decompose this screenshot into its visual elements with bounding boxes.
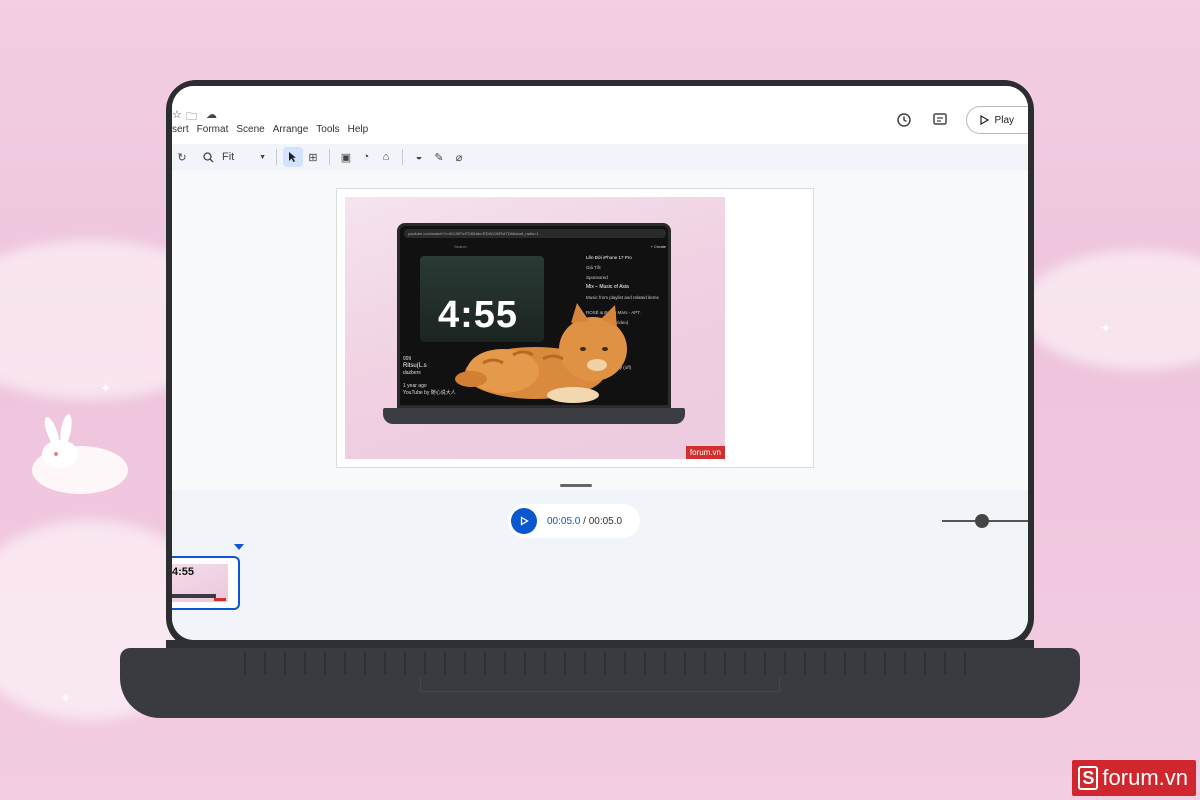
- mini-url-bar: youtube.com/watch?v=WJJ6Ffcf7D8&list=RDW…: [404, 229, 666, 238]
- cloud-icon: ☁: [206, 109, 217, 121]
- slide-watermark: forum.vn: [685, 446, 725, 459]
- mini-meta: 1 year ago: [403, 383, 427, 389]
- resize-handle[interactable]: [560, 484, 592, 487]
- thumbnail-laptop-base: [172, 594, 216, 598]
- paint-format-icon[interactable]: ⌂: [376, 147, 396, 167]
- app-window: ☆ 🗀 ☁ sert Format Scene Arrange Tools He…: [172, 86, 1028, 640]
- zoom-select[interactable]: Fit ▼: [218, 147, 270, 167]
- timeline-zoom-knob[interactable]: [975, 514, 989, 528]
- menu-scene[interactable]: Scene: [236, 124, 264, 135]
- mini-meta2: YouTube by 随心说大人: [403, 390, 456, 396]
- trackpad: [420, 676, 780, 692]
- mini-yt-header: Search + Create: [404, 242, 666, 252]
- add-textbox-icon[interactable]: ⊞: [303, 147, 323, 167]
- cat-image: [455, 303, 627, 403]
- playhead-marker[interactable]: [234, 544, 244, 550]
- select-tool-button[interactable]: [283, 147, 303, 167]
- comment-icon[interactable]: [930, 110, 950, 130]
- toolbar: ↻ Fit ▼ ⊞ ▣ ◔ ⌂ ◒ ✎ ⌀: [172, 144, 1028, 170]
- mini-laptop-base: [383, 408, 685, 424]
- menu-insert[interactable]: sert: [172, 124, 189, 135]
- effects-icon[interactable]: ⌀: [449, 147, 469, 167]
- playback-controls: 00:05.0 / 00:05.0: [508, 504, 640, 538]
- slide-canvas[interactable]: youtube.com/watch?v=WJJ6Ffcf7D8&list=RDW…: [336, 188, 814, 468]
- sparkle-icon: ✦: [60, 690, 72, 706]
- sparkle-icon: ✦: [1100, 320, 1112, 336]
- scene-thumbnail[interactable]: 4:55: [172, 556, 240, 610]
- mini-channel: dazbers: [403, 370, 421, 376]
- canvas-area: youtube.com/watch?v=WJJ6Ffcf7D8&list=RDW…: [172, 170, 1028, 490]
- border-color-icon[interactable]: ✎: [429, 147, 449, 167]
- play-button[interactable]: Play: [965, 106, 1028, 134]
- mini-video-title: Ritsu(L.s: [403, 363, 427, 369]
- menu-format[interactable]: Format: [197, 124, 229, 135]
- menu-arrange[interactable]: Arrange: [273, 124, 309, 135]
- menu-tools[interactable]: Tools: [316, 124, 339, 135]
- menu-help[interactable]: Help: [348, 124, 369, 135]
- fill-color-icon[interactable]: ◒: [409, 147, 429, 167]
- time-separator: /: [580, 515, 589, 527]
- zoom-value: Fit: [222, 151, 235, 163]
- mini-channel-num: 999: [403, 356, 412, 362]
- mini-ad-tag: Sponsored: [586, 275, 608, 280]
- bunny-illustration: [32, 414, 128, 494]
- play-icon: [520, 516, 529, 526]
- current-time: 00:05.0: [547, 515, 581, 527]
- zoom-icon[interactable]: [198, 147, 218, 167]
- playback-time: 00:05.0 / 00:05.0: [547, 516, 622, 527]
- toolbar-divider: [276, 149, 277, 165]
- star-icon[interactable]: ☆: [172, 108, 182, 121]
- thumbnail-watermark: [214, 598, 226, 601]
- play-icon: [979, 115, 989, 125]
- play-pause-button[interactable]: [511, 508, 537, 534]
- play-label: Play: [994, 114, 1014, 126]
- cursor-icon: [289, 152, 296, 162]
- header-actions: Play: [894, 106, 1028, 134]
- total-time: 00:05.0: [588, 515, 623, 527]
- chevron-down-icon: ▼: [259, 153, 266, 161]
- mini-ad-sub: Giá Tốt: [586, 265, 601, 270]
- toolbar-divider: [329, 149, 330, 165]
- mini-search: Search: [454, 244, 467, 249]
- mini-ad-title: Lên Đời iPhone 17 Pro: [586, 255, 632, 260]
- brand-logo-icon: S: [1078, 766, 1099, 790]
- palette-icon[interactable]: ◔: [356, 147, 376, 167]
- toolbar-divider: [402, 149, 403, 165]
- background-cloud: [1020, 250, 1200, 370]
- thumbnail-clock: 4:55: [172, 566, 195, 578]
- brand-text: forum.vn: [1102, 765, 1188, 790]
- history-icon[interactable]: [894, 110, 914, 130]
- app-header: ☆ 🗀 ☁ sert Format Scene Arrange Tools He…: [172, 86, 1028, 142]
- brand-watermark: S forum.vn: [1072, 760, 1196, 796]
- menu-bar: sert Format Scene Arrange Tools Help: [172, 124, 376, 135]
- redo-icon[interactable]: ↻: [172, 147, 192, 167]
- mini-video-meta: 999 Ritsu(L.s dazbers 1 year ago YouTube…: [400, 356, 456, 397]
- mini-side-line: Music from playlist and related items: [586, 295, 659, 300]
- mini-mix-title: Mix – Music of Asia: [586, 284, 629, 290]
- timeline-panel: 00:05.0 / 00:05.0 4:55: [172, 490, 1028, 640]
- sparkle-icon: ✦: [100, 380, 112, 396]
- slide-image[interactable]: youtube.com/watch?v=WJJ6Ffcf7D8&list=RDW…: [345, 197, 725, 459]
- laptop-keyboard: [226, 652, 974, 674]
- image-icon[interactable]: ▣: [336, 147, 356, 167]
- mini-create: + Create: [650, 244, 666, 249]
